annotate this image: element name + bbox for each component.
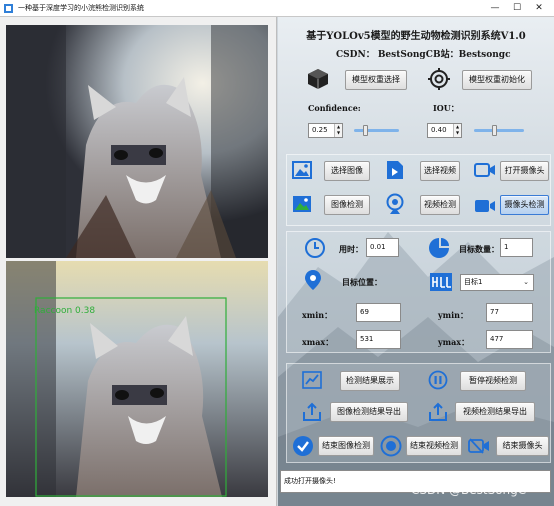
target-list-icon [430,273,452,291]
chevron-down-icon: ⌄ [523,278,529,286]
window-controls: — ☐ ✕ [484,0,550,17]
raccoon-detected-image [6,261,268,497]
iou-value: 0.40 [431,126,447,134]
show-results-button[interactable]: 检测结果展示 [340,371,400,391]
xmax-field[interactable]: 531 [356,330,401,349]
window-title-bar: 一种基于深度学习的小浣熊检测识别系统 — ☐ ✕ [0,0,554,17]
detection-result-view: Raccoon 0.38 [6,261,268,497]
time-field[interactable]: 0.01 [366,238,399,257]
window-title: 一种基于深度学习的小浣熊检测识别系统 [18,4,144,12]
location-pin-icon [305,270,321,290]
ymax-field[interactable]: 477 [486,330,533,349]
app-icon [4,4,13,13]
confidence-value: 0.25 [312,126,328,134]
ymax-label: ymax： [438,337,470,347]
cube-icon [308,69,328,89]
pie-chart-icon [429,238,449,258]
xmin-label: xmin： [302,310,333,320]
open-camera-button[interactable]: 打开摄像头 [500,161,549,181]
export-image-results-button[interactable]: 图像检测结果导出 [330,402,408,422]
raccoon-image [6,25,268,258]
spin-arrows-icon[interactable]: ▲ ▼ [334,124,342,137]
xmin-field[interactable]: 69 [356,303,401,322]
target-select[interactable]: 目标1 ⌄ [460,274,534,291]
close-button[interactable]: ✕ [528,0,550,17]
select-video-button[interactable]: 选择视频 [420,161,460,181]
watermark: CSDN @BestSongC [411,483,527,497]
camera-icon [474,163,495,177]
target-position-label: 目标位置： [342,277,382,287]
xmax-label: xmax： [302,337,334,347]
iou-spinbox[interactable]: 0.40 ▲ ▼ [427,123,462,138]
export-icon [429,402,447,421]
iou-label: IOU： [433,103,459,113]
image-display-area: Raccoon 0.38 [0,17,277,506]
video-camera-icon [475,200,495,212]
target-count-field[interactable]: 1 [500,238,533,257]
target-count-label: 目标数量： [459,244,499,254]
ymin-field[interactable]: 77 [486,303,533,322]
original-image-view [6,25,268,258]
target-gear-icon [428,68,450,90]
confidence-slider-handle[interactable] [362,125,368,136]
system-title: 基于YOLOv5模型的野生动物检测识别系统V1.0 [306,31,526,42]
iou-slider[interactable] [474,125,524,136]
image-detect-button[interactable]: 图像检测 [324,195,370,215]
time-label: 用时： [339,244,363,254]
end-image-detect-button[interactable]: 结束图像检测 [318,436,374,456]
end-video-detect-button[interactable]: 结束视频检测 [406,436,462,456]
bilibili-label: B站：Bestsongc [433,50,511,60]
pause-icon [428,370,448,390]
video-file-icon [387,161,403,179]
line-chart-icon [302,371,322,389]
target-select-value: 目标1 [464,278,483,286]
detection-label: Raccoon 0.38 [34,306,96,316]
select-image-button[interactable]: 选择图像 [324,161,370,181]
stop-circle-icon [380,435,402,457]
model-weight-select-button[interactable]: 模型权重选择 [345,70,407,90]
image-detect-icon [293,196,311,212]
video-detect-button[interactable]: 视频检测 [420,195,460,215]
confidence-slider[interactable] [354,125,399,136]
minimize-button[interactable]: — [484,0,506,17]
csdn-label: CSDN： BestSongC [336,50,433,60]
confidence-label: Confidence: [308,103,361,113]
check-circle-icon [293,436,313,456]
control-panel: 基于YOLOv5模型的野生动物检测识别系统V1.0 CSDN： BestSong… [278,17,554,506]
model-weight-init-button[interactable]: 模型权重初始化 [462,70,532,90]
export-icon [303,402,321,421]
pause-video-button[interactable]: 暂停视频检测 [460,371,526,391]
iou-slider-handle[interactable] [491,125,497,136]
ymin-label: ymin： [438,310,468,320]
confidence-spinbox[interactable]: 0.25 ▲ ▼ [308,123,343,138]
webcam-icon [386,193,404,214]
camera-off-icon [468,438,489,454]
maximize-button[interactable]: ☐ [506,0,528,17]
clock-icon [305,238,325,258]
end-camera-button[interactable]: 结束摄像头 [496,436,549,456]
camera-detect-button[interactable]: 摄像头检测 [500,195,549,215]
image-icon [292,161,312,179]
export-video-results-button[interactable]: 视频检测结果导出 [455,402,535,422]
spin-arrows-icon[interactable]: ▲ ▼ [453,124,461,137]
